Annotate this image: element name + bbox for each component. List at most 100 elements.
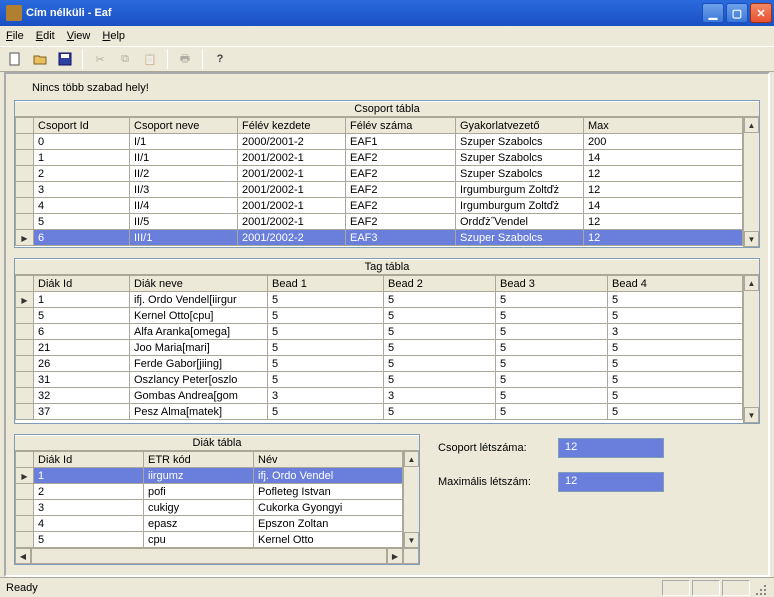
row-header[interactable] [16,484,34,500]
table-cell[interactable]: Ferde Gabor[jiing] [130,356,268,372]
table-cell[interactable]: Irgumburgum Zoltďż [456,182,584,198]
maximize-button[interactable]: ▢ [726,3,748,23]
csoport-table[interactable]: Csoport IdCsoport neveFélév kezdeteFélév… [15,117,743,246]
table-cell[interactable]: 5 [608,356,743,372]
csoport-vscroll[interactable]: ▲ ▼ [743,117,759,247]
table-cell[interactable]: 3 [384,388,496,404]
table-cell[interactable]: 2000/2001-2 [238,134,346,150]
table-cell[interactable]: 5 [384,324,496,340]
scroll-up-icon[interactable]: ▲ [744,275,759,291]
table-cell[interactable]: 12 [584,230,743,246]
tag-table[interactable]: Diák IdDiák neveBead 1Bead 2Bead 3Bead 4… [15,275,743,420]
scroll-down-icon[interactable]: ▼ [404,532,419,548]
help-icon[interactable]: ? [209,48,231,70]
copy-icon[interactable]: ⧉ [114,48,136,70]
letszam-field[interactable]: 12 [558,438,664,458]
table-cell[interactable]: 5 [496,404,608,420]
table-cell[interactable]: 2 [34,166,130,182]
table-cell[interactable]: pofi [144,484,254,500]
menu-file[interactable]: File [6,30,24,42]
table-cell[interactable]: Joo Maria[mari] [130,340,268,356]
table-row[interactable]: 1ifj. Ordo Vendel[iirgur5555 [16,292,743,308]
table-cell[interactable]: Szuper Szabolcs [456,230,584,246]
table-cell[interactable]: 5 [384,404,496,420]
table-cell[interactable]: 5 [608,340,743,356]
column-header[interactable]: Félév száma [346,118,456,134]
table-row[interactable]: 31Oszlancy Peter[oszlo5555 [16,372,743,388]
table-cell[interactable]: 12 [584,214,743,230]
table-cell[interactable]: 1 [34,292,130,308]
scroll-left-icon[interactable]: ◀ [15,548,31,564]
table-cell[interactable]: 1 [34,150,130,166]
table-cell[interactable]: 5 [384,292,496,308]
table-cell[interactable]: 14 [584,150,743,166]
table-cell[interactable]: III/1 [130,230,238,246]
table-row[interactable]: 21Joo Maria[mari]5555 [16,340,743,356]
table-cell[interactable]: 3 [34,500,144,516]
table-cell[interactable]: cukigy [144,500,254,516]
column-header[interactable]: Csoport Id [34,118,130,134]
table-row[interactable]: 37Pesz Alma[matek]5555 [16,404,743,420]
resize-grip-icon[interactable] [750,579,768,597]
table-cell[interactable]: 5 [496,308,608,324]
table-cell[interactable]: 4 [34,198,130,214]
table-cell[interactable]: Oszlancy Peter[oszlo [130,372,268,388]
menu-help[interactable]: Help [102,30,125,42]
table-cell[interactable]: II/4 [130,198,238,214]
table-cell[interactable]: 5 [496,388,608,404]
close-button[interactable]: ✕ [750,3,772,23]
table-cell[interactable]: 5 [268,308,384,324]
table-cell[interactable]: Gombas Andrea[gom [130,388,268,404]
table-cell[interactable]: 2001/2002-1 [238,182,346,198]
table-cell[interactable]: 5 [268,404,384,420]
table-cell[interactable]: EAF2 [346,214,456,230]
diak-vscroll[interactable]: ▲ ▼ [403,451,419,548]
table-cell[interactable]: Kernel Otto[cpu] [130,308,268,324]
table-cell[interactable]: 5 [496,340,608,356]
table-cell[interactable]: 5 [384,340,496,356]
max-field[interactable]: 12 [558,472,664,492]
row-header[interactable] [16,134,34,150]
row-header[interactable] [16,198,34,214]
table-cell[interactable]: 6 [34,230,130,246]
table-cell[interactable]: Ordďż˝Vendel [456,214,584,230]
minimize-button[interactable]: ▁ [702,3,724,23]
table-cell[interactable]: ifj. Ordo Vendel[iirgur [130,292,268,308]
table-cell[interactable]: 6 [34,324,130,340]
table-cell[interactable]: 2001/2002-2 [238,230,346,246]
table-cell[interactable]: EAF2 [346,166,456,182]
table-cell[interactable]: 5 [384,372,496,388]
column-header[interactable]: Gyakorlatvezető [456,118,584,134]
row-header[interactable] [16,166,34,182]
print-icon[interactable]: 🖶 [174,48,196,70]
row-header[interactable] [16,150,34,166]
table-cell[interactable]: 5 [268,340,384,356]
table-cell[interactable]: 1 [34,468,144,484]
scroll-down-icon[interactable]: ▼ [744,407,759,423]
table-row[interactable]: 0I/12000/2001-2EAF1Szuper Szabolcs200 [16,134,743,150]
table-cell[interactable]: 5 [34,532,144,548]
scroll-right-icon[interactable]: ▶ [387,548,403,564]
new-file-icon[interactable] [4,48,26,70]
table-cell[interactable]: 31 [34,372,130,388]
table-cell[interactable]: Szuper Szabolcs [456,150,584,166]
table-cell[interactable]: Pofleteg Istvan [254,484,403,500]
table-row[interactable]: 1II/12001/2002-1EAF2Szuper Szabolcs14 [16,150,743,166]
table-cell[interactable]: II/2 [130,166,238,182]
scroll-up-icon[interactable]: ▲ [744,117,759,133]
column-header[interactable]: ETR kód [144,452,254,468]
menu-edit[interactable]: Edit [36,30,55,42]
table-cell[interactable]: 5 [608,292,743,308]
table-cell[interactable]: 5 [268,292,384,308]
table-cell[interactable]: 14 [584,198,743,214]
table-cell[interactable]: 5 [268,324,384,340]
table-cell[interactable]: 26 [34,356,130,372]
table-row[interactable]: 1iirgumzifj. Ordo Vendel [16,468,403,484]
table-cell[interactable]: II/3 [130,182,238,198]
table-row[interactable]: 3II/32001/2002-1EAF2Irgumburgum Zoltďż12 [16,182,743,198]
table-cell[interactable]: epasz [144,516,254,532]
table-cell[interactable]: EAF2 [346,182,456,198]
column-header[interactable]: Bead 2 [384,276,496,292]
table-cell[interactable]: I/1 [130,134,238,150]
row-header[interactable] [16,500,34,516]
